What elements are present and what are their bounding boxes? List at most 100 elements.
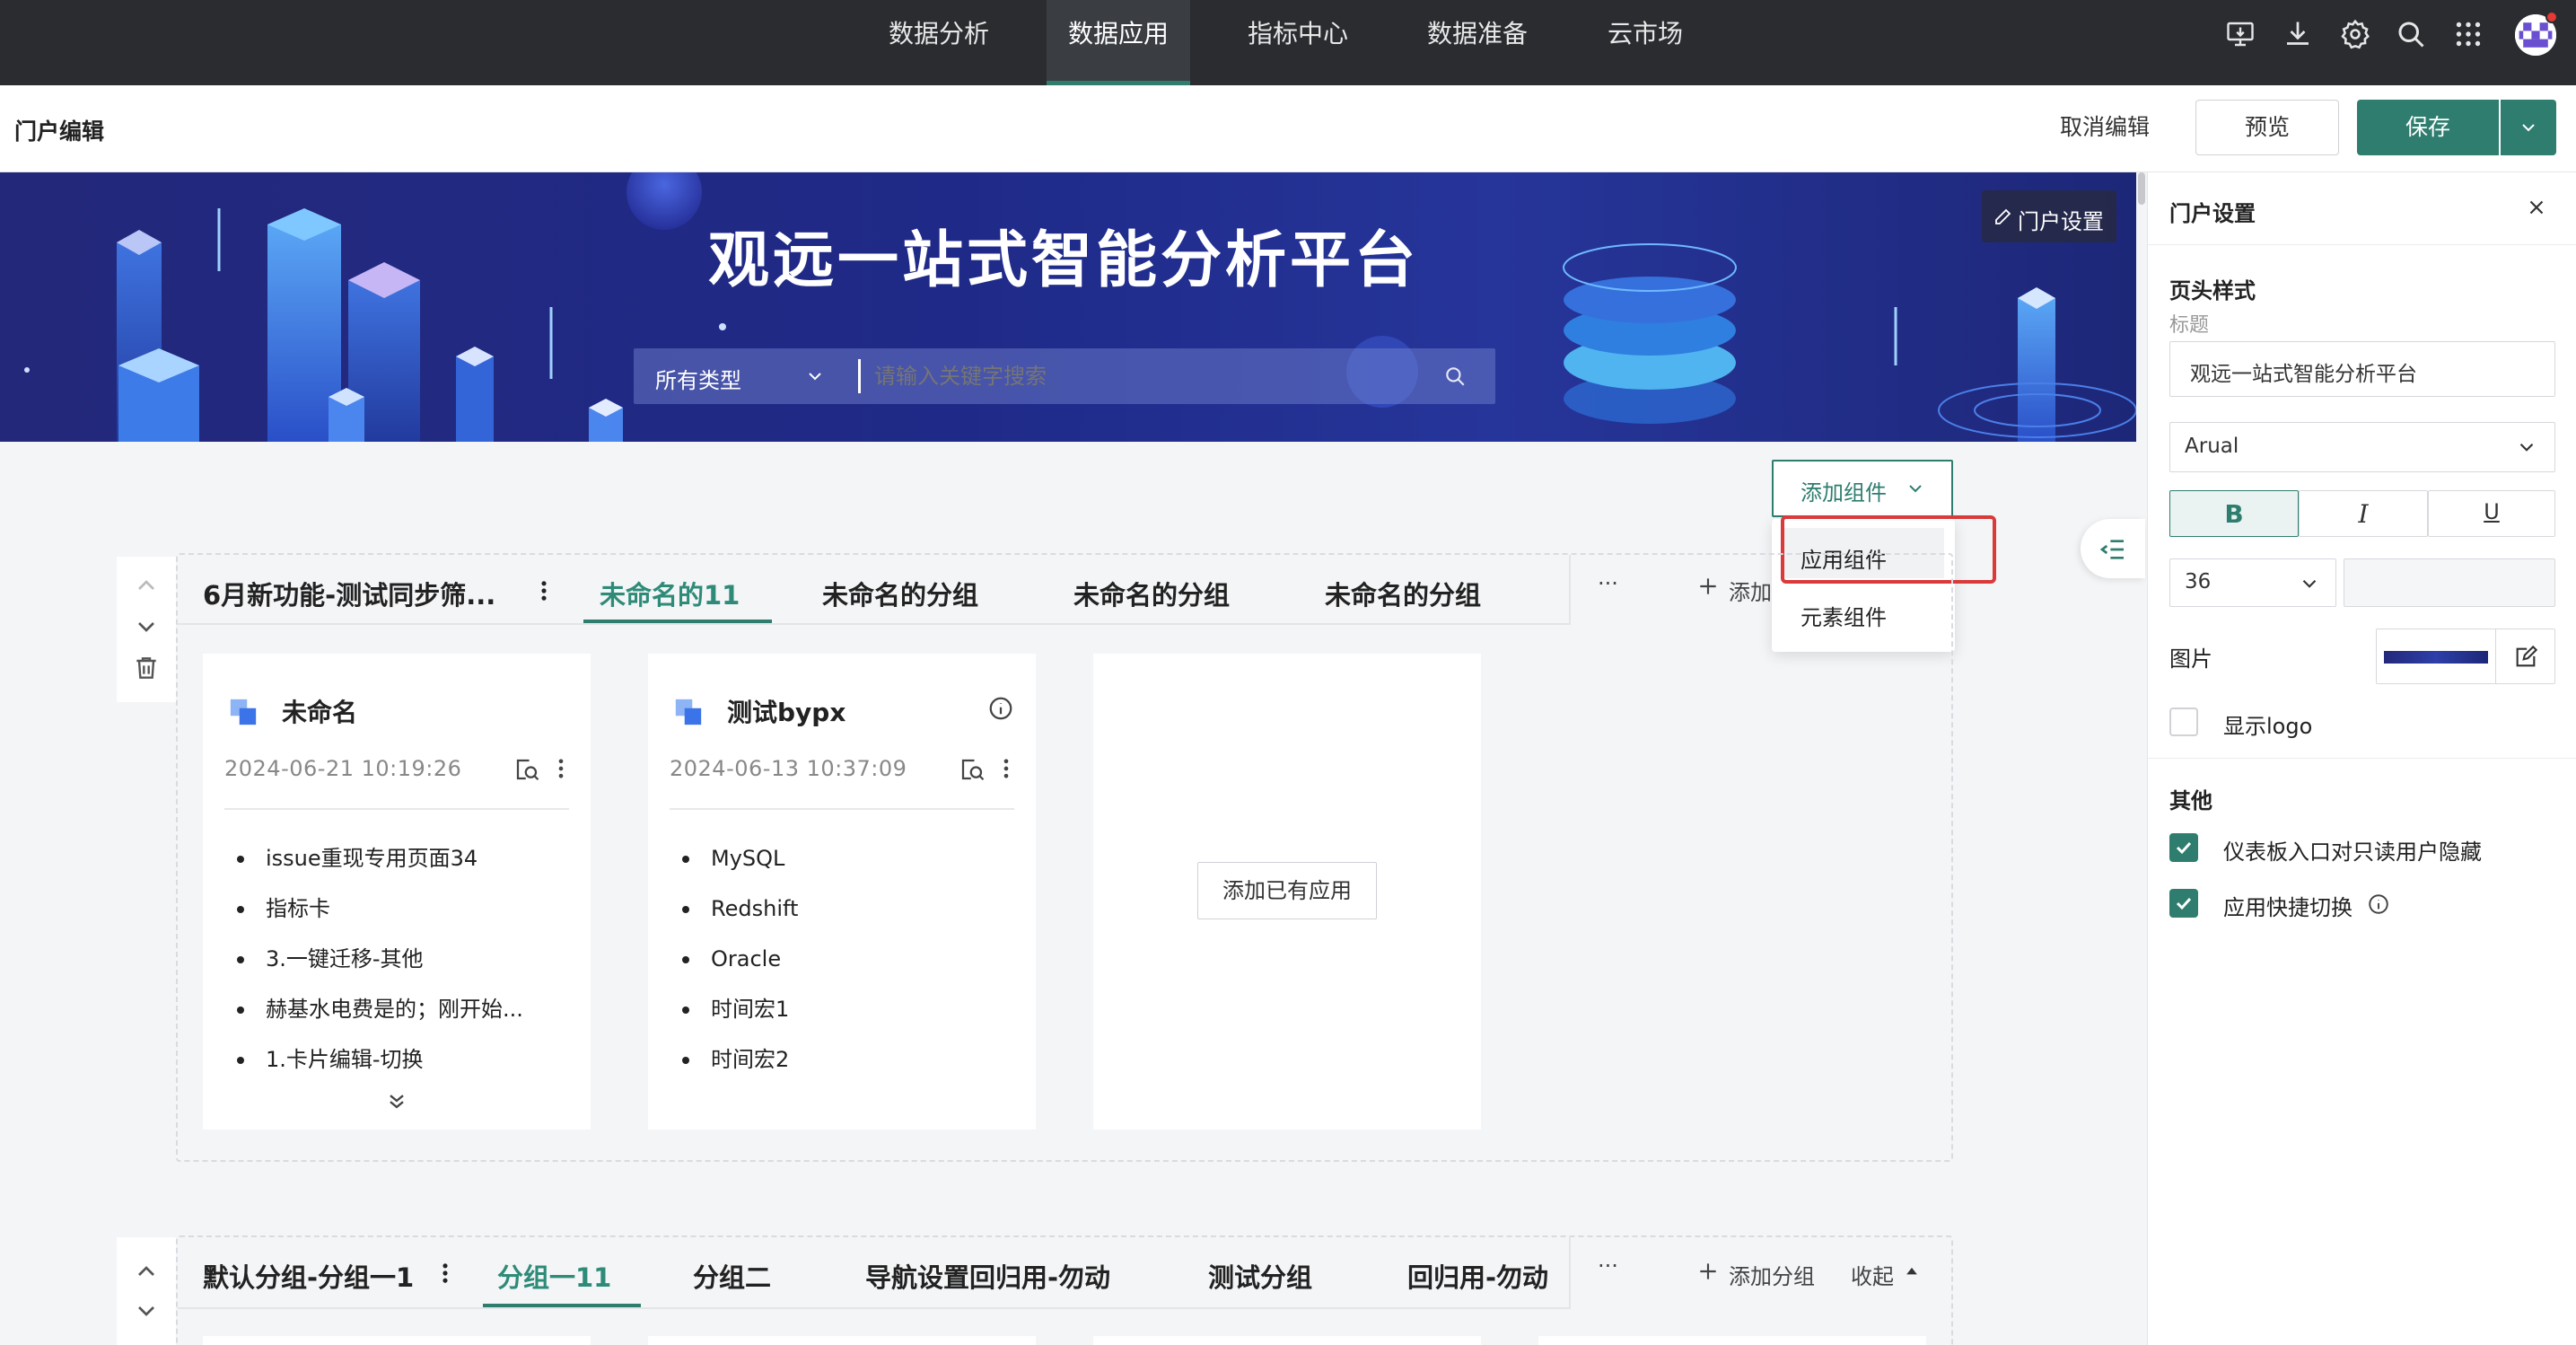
show-logo-label: 显示logo [2223,714,2313,739]
search-icon[interactable] [2395,18,2427,50]
panel-divider [2148,244,2576,245]
list-item[interactable]: 赫基水电费是的；刚开始... [224,984,523,1034]
tab-unnamed-group-2[interactable]: 未命名的分组 [1073,575,1230,612]
italic-toggle[interactable]: I [2299,490,2428,537]
add-component-button[interactable]: 添加组件 [1772,460,1953,517]
list-item[interactable]: issue重现专用页面34 [224,833,523,883]
tab-unnamed-group-1[interactable]: 未命名的分组 [822,575,978,612]
gear-icon[interactable] [2339,18,2371,50]
app-card[interactable]: 未命名 2024-06-21 10:19:26 issue重现专用页面34 指标… [203,654,591,1130]
add-component-label: 添加组件 [1801,480,1887,505]
top-navigation-bar: 数据分析 数据应用 指标中心 数据准备 云市场 [0,0,2576,85]
caret-up-icon[interactable] [1903,1262,1921,1280]
save-options-dropdown[interactable] [2501,100,2556,155]
chevron-down-icon [2519,443,2534,452]
list-item[interactable]: 时间宏2 [670,1034,798,1085]
edit-toolbar: 门户编辑 取消编辑 预览 保存 [0,85,2576,172]
chevron-down-icon[interactable] [804,365,826,387]
panel-toggle-button[interactable] [2081,519,2145,578]
image-picker[interactable] [2376,629,2555,684]
plus-icon[interactable] [1696,575,1720,598]
add-group-button[interactable]: 添加 [1729,575,1772,606]
preview-search-icon[interactable] [513,756,540,783]
quick-switch-checkbox[interactable] [2169,889,2198,918]
info-icon[interactable] [987,695,1014,722]
card-item-list: MySQL Redshift Oracle 时间宏1 时间宏2 [670,833,798,1085]
list-item[interactable]: 1.卡片编辑-切换 [224,1034,523,1085]
show-logo-checkbox[interactable] [2169,708,2198,736]
tab-group-two[interactable]: 分组二 [693,1257,771,1295]
app-icon [230,699,257,725]
card-date: 2024-06-21 10:19:26 [224,756,462,781]
delete-icon[interactable] [132,654,161,682]
underline-toggle[interactable]: U [2428,490,2555,537]
tab-unnamed-11[interactable]: 未命名的11 [600,575,740,612]
nav-item-cloud-market[interactable]: 云市场 [1587,0,1704,85]
cancel-edit-button[interactable]: 取消编辑 [2046,100,2163,155]
nav-item-data-application[interactable]: 数据应用 [1047,0,1190,85]
move-up-icon[interactable] [132,571,161,600]
more-vertical-icon[interactable] [535,578,553,603]
info-icon[interactable] [2367,892,2390,916]
font-family-select[interactable]: Arual [2169,422,2555,472]
move-down-icon[interactable] [132,1297,161,1325]
banner-thumbnail [2384,651,2488,664]
plus-icon[interactable] [1696,1260,1720,1283]
app-card[interactable]: 测试bypx 2024-06-13 10:37:09 MySQL Redshif… [648,654,1036,1130]
close-icon[interactable] [2525,196,2548,219]
tab-unnamed-group-3[interactable]: 未命名的分组 [1325,575,1481,612]
list-item[interactable]: Oracle [670,934,798,984]
move-up-icon[interactable] [132,1257,161,1286]
tab-nav-settings-regression[interactable]: 导航设置回归用-勿动 [865,1257,1110,1295]
bold-toggle[interactable]: B [2169,490,2299,537]
more-vertical-icon[interactable] [555,756,567,781]
chevron-down-icon [1909,485,1922,493]
monitor-download-icon[interactable] [2224,18,2256,50]
preview-button[interactable]: 预览 [2195,100,2339,155]
more-vertical-icon[interactable] [436,1261,454,1286]
banner-search-input[interactable] [874,357,1413,395]
download-icon[interactable] [2282,18,2314,50]
list-item[interactable]: 3.一键迁移-其他 [224,934,523,984]
check-icon [2176,897,2192,910]
hide-dashboard-entry-checkbox[interactable] [2169,833,2198,862]
add-group-button[interactable]: 添加分组 [1729,1259,1815,1290]
collapse-button[interactable]: 收起 [1851,1259,1894,1290]
list-item[interactable]: 时间宏1 [670,984,798,1034]
nav-item-data-analysis[interactable]: 数据分析 [865,0,1012,85]
more-tabs-button[interactable]: ··· [1598,1253,1618,1279]
tab-group-one-11[interactable]: 分组一11 [497,1257,611,1295]
title-input[interactable]: 观远一站式智能分析平台 [2169,341,2555,397]
hide-dashboard-entry-label: 仪表板入口对只读用户隐藏 [2223,840,2482,865]
move-down-icon[interactable] [132,612,161,641]
save-button[interactable]: 保存 [2357,100,2499,155]
panel-divider [2148,758,2576,759]
header-style-section: 页头样式 [2169,278,2256,303]
more-tabs-button[interactable]: ··· [1598,571,1618,596]
font-color-picker[interactable] [2344,558,2555,607]
scrollbar-thumb[interactable] [2138,172,2145,205]
title-field-label: 标题 [2169,314,2210,337]
search-divider [858,359,861,393]
preview-search-icon[interactable] [959,756,986,783]
card-divider [670,808,1014,810]
other-section: 其他 [2169,788,2212,813]
font-size-select[interactable]: 36 [2169,558,2336,607]
more-vertical-icon[interactable] [1000,756,1012,781]
nav-item-data-preparation[interactable]: 数据准备 [1404,0,1551,85]
apps-grid-icon[interactable] [2452,18,2484,50]
add-existing-app-button[interactable]: 添加已有应用 [1197,862,1377,919]
nav-item-metrics-center[interactable]: 指标中心 [1224,0,1371,85]
font-family-value: Arual [2185,435,2239,458]
type-select[interactable]: 所有类型 [655,363,741,394]
edit-icon[interactable] [2513,645,2538,670]
tab-test-group[interactable]: 测试分组 [1208,1257,1312,1295]
tab-regression-do-not-touch[interactable]: 回归用-勿动 [1407,1257,1548,1295]
list-item[interactable]: 指标卡 [224,883,523,934]
portal-settings-button[interactable]: 门户设置 [1982,190,2116,242]
expand-double-chevron-icon[interactable] [384,1088,409,1113]
list-item[interactable]: MySQL [670,833,798,883]
list-item[interactable]: Redshift [670,883,798,934]
search-icon[interactable] [1443,365,1467,388]
card-item-list: issue重现专用页面34 指标卡 3.一键迁移-其他 赫基水电费是的；刚开始.… [224,833,523,1085]
